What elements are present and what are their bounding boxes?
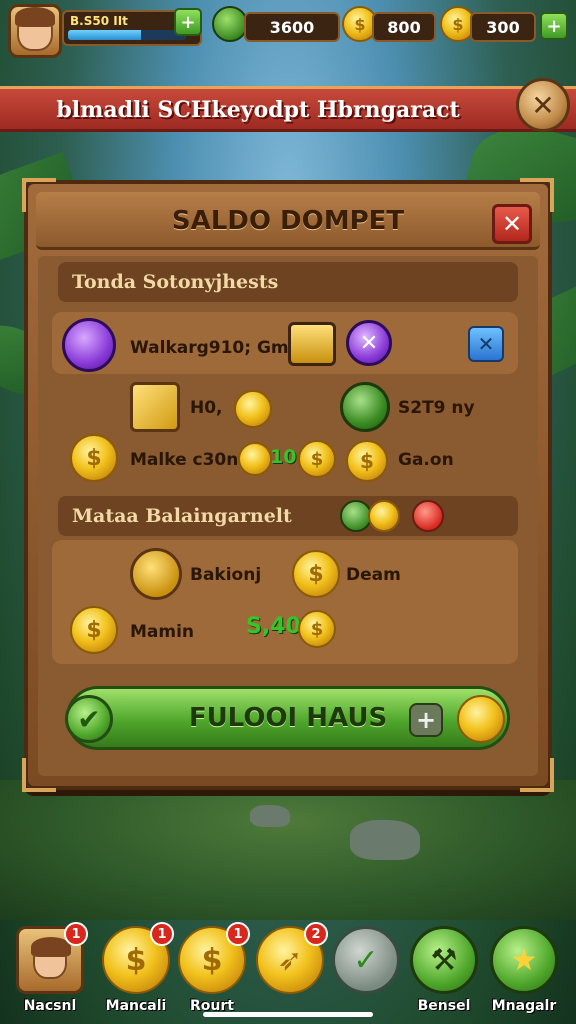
nav-item-star[interactable]: ★ Mnagalr [488, 926, 560, 1022]
row2-right-label: S2T9 ny [398, 398, 475, 418]
gold-coin-icon: $ [298, 610, 336, 648]
star-icon: ★ [490, 926, 558, 994]
purple-gear-icon [62, 318, 116, 372]
purple-close-icon[interactable]: ✕ [346, 320, 392, 366]
row3-label: Malke c30n [130, 450, 239, 470]
banner-close-button[interactable]: ✕ [516, 78, 570, 132]
resource-3-counter: 300 [470, 12, 536, 42]
nav-item-profile[interactable]: 1 Nacsnl [14, 922, 88, 1022]
build-icon: ⚒ [410, 926, 478, 994]
green-globe-icon [340, 382, 390, 432]
banner-title: blmadli SCHkeyodpt Hbrngaract [56, 97, 460, 123]
resource-1-value: 3600 [269, 17, 315, 37]
gold-treasure-icon [130, 382, 180, 432]
panel-title: SALDO DOMPET [171, 206, 405, 236]
gold-coin-icon: $ [298, 440, 336, 478]
row4-label: Bakionj [190, 565, 262, 585]
gold-coin-icon [368, 500, 400, 532]
row3-green-value: 10 [270, 446, 297, 468]
add-xp-button[interactable]: + [174, 8, 202, 36]
home-indicator [203, 1012, 373, 1017]
nav-item-build[interactable]: ⚒ Bensel [408, 926, 480, 1022]
nav-badge: 1 [64, 922, 88, 946]
gold-coin-icon [234, 390, 272, 428]
blue-close-icon[interactable]: ✕ [468, 326, 504, 362]
nav-label: Nacsnl [23, 998, 77, 1014]
gold-coin-stack-icon: $ [70, 606, 118, 654]
section-header-2: Mataa Balaingarnelt [58, 496, 518, 536]
treasure-chest-icon [130, 548, 182, 600]
row3-right-label: Ga.on [398, 450, 454, 470]
level-label: B.S50 IIt [70, 14, 128, 28]
nav-item-coins-2[interactable]: $ 1 Rourt [176, 922, 250, 1022]
nav-badge: 1 [150, 922, 174, 946]
row5-green-value: S,40 [246, 614, 301, 639]
nav-item-coins-1[interactable]: $ 1 Mancali [100, 922, 174, 1022]
row2-label: H0, [190, 398, 223, 418]
section-header-1: Tonda Sotonyjhests [58, 262, 518, 302]
cta-plus-button[interactable]: + [409, 703, 443, 737]
title-banner: blmadli SCHkeyodpt Hbrngaract [0, 86, 576, 132]
primary-action-button[interactable]: ✔ FULOOI HAUS + [65, 686, 510, 750]
resource-2-counter: 800 [372, 12, 436, 42]
red-token-icon[interactable] [412, 500, 444, 532]
resource-1-counter: 3600 [244, 12, 340, 42]
row4-right-label: Deam [346, 565, 401, 585]
nav-item-rocket[interactable]: ➶ 2 [254, 922, 328, 1022]
nav-label: Mancali [105, 998, 167, 1014]
row1-label: Walkarg910; Gm [130, 338, 289, 358]
top-hud: B.S50 IIt + 3600 $ 800 $ 300 + [0, 0, 576, 58]
resource-3-value: 300 [486, 17, 520, 37]
nav-badge: 2 [304, 922, 328, 946]
check-icon: ✓ [332, 926, 400, 994]
green-creature-icon [212, 6, 248, 42]
nav-label: Mnagalr [491, 998, 557, 1014]
cta-coin-icon[interactable] [457, 695, 505, 743]
nav-badge: 1 [226, 922, 250, 946]
player-avatar[interactable] [8, 4, 62, 58]
nav-label: Bensel [417, 998, 471, 1014]
gold-coin-icon: $ [346, 440, 388, 482]
avatar-face-icon [15, 7, 55, 51]
add-resource-button[interactable]: + [540, 12, 568, 40]
panel-header: SALDO DOMPET ✕ [36, 192, 540, 250]
gold-coin-icon: $ [292, 550, 340, 598]
bottom-nav: 1 Nacsnl $ 1 Mancali $ 1 Rourt ➶ 2 ✓ ⚒ B… [0, 918, 576, 1024]
resource-2-value: 800 [387, 17, 421, 37]
gold-coin-icon [238, 442, 272, 476]
row5-label: Mamin [130, 622, 195, 642]
gold-coin-stack-icon: $ [70, 434, 118, 482]
nav-item-check[interactable]: ✓ [330, 926, 402, 1022]
xp-fill [68, 30, 142, 40]
gold-bars-icon[interactable] [288, 322, 336, 366]
